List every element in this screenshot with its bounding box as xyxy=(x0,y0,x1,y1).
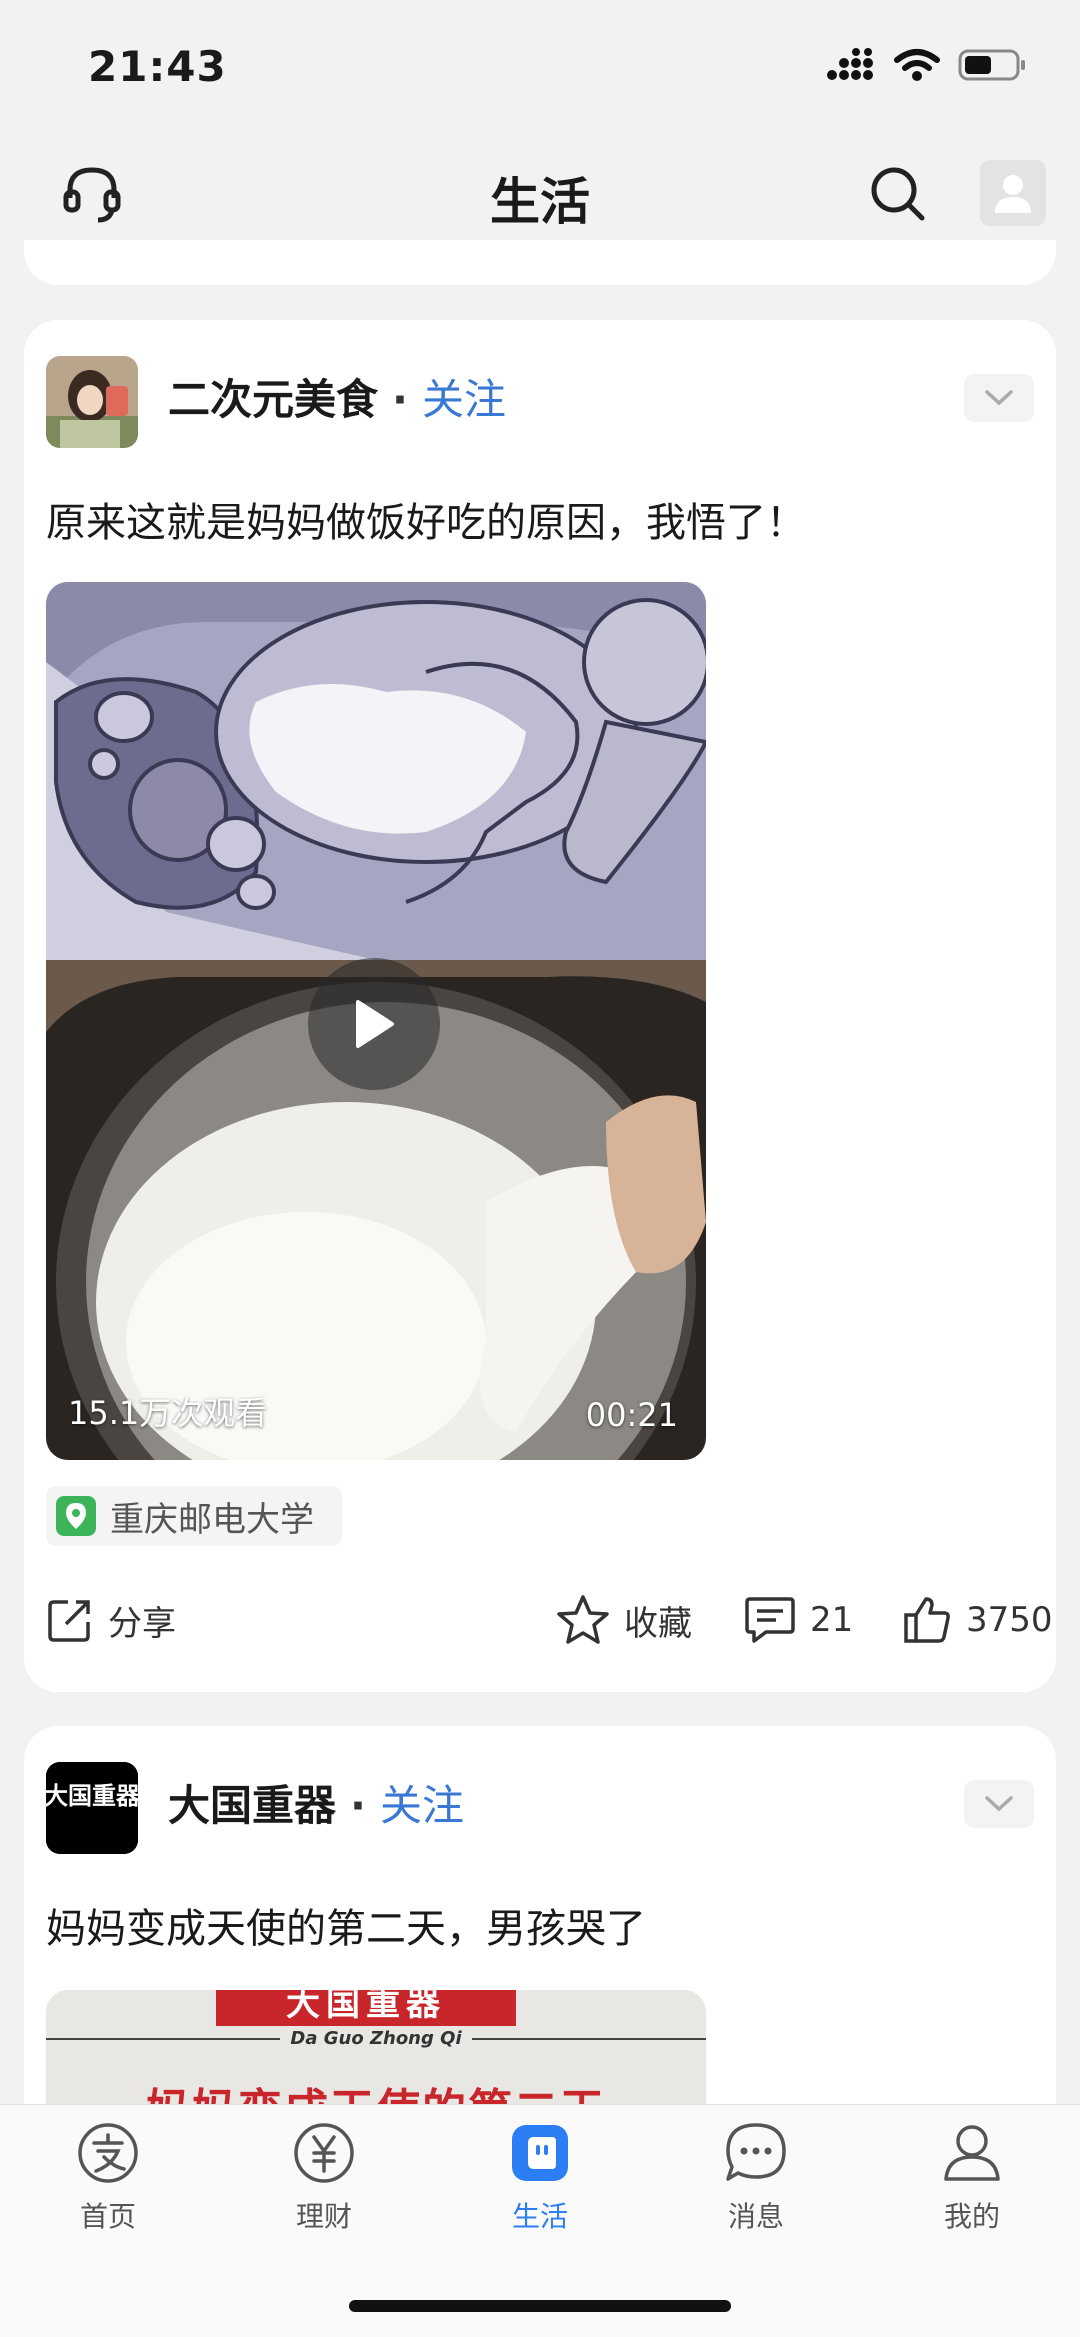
author-name[interactable]: 大国重器 xyxy=(168,1772,336,1833)
search-button[interactable] xyxy=(866,162,930,226)
chevron-down-icon xyxy=(985,390,1013,406)
follow-button[interactable]: 关注 xyxy=(422,366,506,427)
tab-messages[interactable]: 消息 xyxy=(686,2121,826,2235)
like-count: 3750 xyxy=(966,1600,1053,1640)
status-time: 21:43 xyxy=(88,42,227,91)
tab-label: 生活 xyxy=(511,2200,568,2233)
share-button[interactable]: 分享 xyxy=(46,1590,176,1650)
thumb-subtitle: Da Guo Zhong Qi xyxy=(46,2028,706,2049)
tab-label: 消息 xyxy=(727,2200,784,2233)
play-button[interactable] xyxy=(308,958,440,1090)
life-icon xyxy=(512,2125,568,2181)
post-text[interactable]: 妈妈变成天使的第二天，男孩哭了 xyxy=(46,1896,646,1954)
previous-card-bottom xyxy=(24,240,1056,285)
comment-button[interactable]: 21 xyxy=(744,1590,853,1650)
home-indicator[interactable] xyxy=(349,2300,731,2312)
favorite-label: 收藏 xyxy=(624,1603,692,1644)
author-avatar[interactable]: 大国重器 xyxy=(46,1762,138,1854)
message-icon xyxy=(726,2123,786,2181)
author-row: 大国重器 · 关注 xyxy=(168,1772,464,1833)
chevron-down-icon xyxy=(985,1796,1013,1812)
follow-button[interactable]: 关注 xyxy=(380,1772,464,1833)
like-button[interactable]: 3750 xyxy=(902,1590,1053,1650)
tab-finance[interactable]: 理财 xyxy=(254,2121,394,2235)
author-row: 二次元美食 · 关注 xyxy=(168,366,506,427)
author-avatar[interactable] xyxy=(46,356,138,448)
comment-count: 21 xyxy=(810,1600,854,1640)
tab-profile[interactable]: 我的 xyxy=(902,2121,1042,2235)
star-icon xyxy=(557,1595,609,1644)
tab-label: 我的 xyxy=(943,2200,1000,2233)
battery-icon xyxy=(958,49,1025,81)
profile-icon xyxy=(944,2125,1000,2181)
share-icon xyxy=(48,1600,90,1642)
avatar-text-top: 大国重器 xyxy=(46,1782,138,1810)
more-options-button[interactable] xyxy=(964,374,1034,422)
thumb-banner: 大国重器 xyxy=(216,1990,516,2026)
alipay-icon xyxy=(78,2123,138,2183)
user-silhouette-icon xyxy=(995,175,1031,213)
tab-home[interactable]: 首页 xyxy=(38,2121,178,2235)
author-name[interactable]: 二次元美食 xyxy=(168,366,378,427)
user-avatar-button[interactable] xyxy=(980,160,1046,226)
feed-card[interactable]: 二次元美食 · 关注 原来这就是妈妈做饭好吃的原因，我悟了！ 15.1万次观看 … xyxy=(24,320,1056,1692)
share-label: 分享 xyxy=(108,1603,176,1644)
search-icon xyxy=(871,167,925,221)
video-duration: 00:21 xyxy=(585,1396,678,1434)
status-bar: 21:43 xyxy=(0,0,1080,140)
status-icons xyxy=(826,48,1028,82)
comment-icon xyxy=(745,1597,795,1643)
thumbs-up-icon xyxy=(904,1597,950,1643)
more-options-button[interactable] xyxy=(964,1780,1034,1828)
tab-label: 首页 xyxy=(79,2200,136,2233)
post-text[interactable]: 原来这就是妈妈做饭好吃的原因，我悟了！ xyxy=(46,490,806,548)
tab-label: 理财 xyxy=(295,2200,352,2233)
location-tag[interactable]: 重庆邮电大学 xyxy=(46,1486,342,1546)
separator-dot: · xyxy=(350,1781,366,1830)
video-view-count: 15.1万次观看 xyxy=(68,1394,268,1432)
signal-icon xyxy=(827,48,873,80)
post-actions: 分享 收藏 21 3750 xyxy=(46,1590,1053,1650)
nav-bar: 生活 xyxy=(0,140,1080,250)
yuan-icon xyxy=(294,2123,354,2183)
wifi-icon xyxy=(894,49,940,81)
play-icon xyxy=(356,1000,394,1048)
separator-dot: · xyxy=(392,375,408,424)
tab-life[interactable]: 生活 xyxy=(470,2121,610,2235)
video-player[interactable]: 15.1万次观看 00:21 xyxy=(46,582,706,1460)
location-name: 重庆邮电大学 xyxy=(110,1499,314,1540)
favorite-button[interactable]: 收藏 xyxy=(556,1590,692,1650)
location-pin-icon xyxy=(56,1496,96,1536)
